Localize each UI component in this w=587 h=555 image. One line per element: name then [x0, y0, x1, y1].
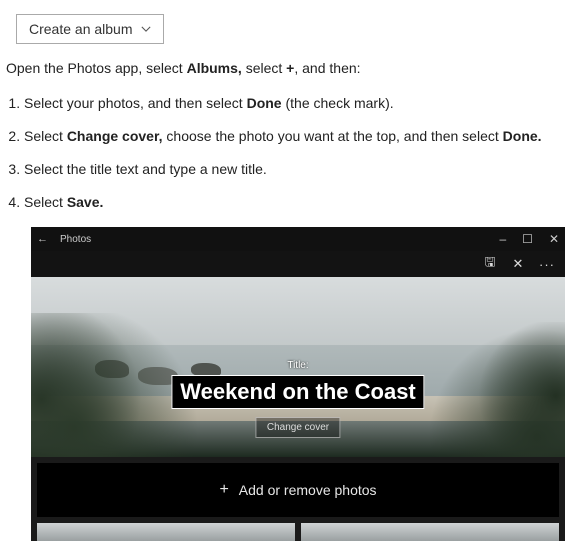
app-toolbar: 🖫 ✕ ···	[31, 251, 565, 277]
add-remove-photos-button[interactable]: + Add or remove photos	[37, 463, 559, 517]
album-cover: Title: Weekend on the Coast Change cover	[31, 277, 565, 457]
thumbnail[interactable]	[301, 523, 559, 541]
window-titlebar: ← Photos – ☐ ✕	[31, 227, 565, 251]
step-4: Select Save.	[24, 192, 581, 213]
step-2-pre: Select	[24, 128, 67, 144]
step-4-pre: Select	[24, 194, 67, 210]
intro-post: , and then:	[294, 60, 360, 76]
thumbnail-row	[31, 523, 565, 541]
steps-list: Select your photos, and then select Done…	[24, 93, 581, 213]
step-1-bold: Done	[247, 95, 282, 111]
step-2: Select Change cover, choose the photo yo…	[24, 126, 581, 147]
create-album-dropdown[interactable]: Create an album	[16, 14, 164, 44]
window-minimize-icon[interactable]: –	[499, 233, 506, 245]
create-album-label: Create an album	[29, 21, 133, 37]
step-3: Select the title text and type a new tit…	[24, 159, 581, 180]
thumbnail[interactable]	[37, 523, 295, 541]
add-remove-label: Add or remove photos	[239, 482, 377, 498]
intro-mid: select	[242, 60, 286, 76]
back-icon[interactable]: ←	[37, 233, 48, 245]
step-2-bold2: Done.	[503, 128, 542, 144]
album-title-input[interactable]: Weekend on the Coast	[171, 375, 425, 409]
more-icon[interactable]: ···	[539, 257, 553, 272]
intro-text: Open the Photos app, select Albums, sele…	[6, 58, 581, 79]
intro-pre: Open the Photos app, select	[6, 60, 187, 76]
window-maximize-icon[interactable]: ☐	[522, 233, 533, 245]
step-1-post: (the check mark).	[282, 95, 394, 111]
intro-bold-albums: Albums,	[187, 60, 242, 76]
step-1-pre: Select your photos, and then select	[24, 95, 247, 111]
app-name: Photos	[60, 234, 91, 245]
change-cover-button[interactable]: Change cover	[256, 417, 340, 438]
step-2-bold1: Change cover,	[67, 128, 163, 144]
step-2-mid: choose the photo you want at the top, an…	[163, 128, 503, 144]
chevron-down-icon	[141, 24, 151, 34]
photos-app-screenshot: ← Photos – ☐ ✕ 🖫 ✕ ··· Title: Weekend on…	[31, 227, 565, 541]
title-group: Title: Weekend on the Coast Change cover	[84, 360, 511, 438]
step-4-bold: Save.	[67, 194, 104, 210]
cancel-icon[interactable]: ✕	[511, 256, 525, 272]
plus-icon: +	[219, 481, 228, 499]
title-label: Title:	[84, 360, 511, 371]
save-icon[interactable]: 🖫	[483, 253, 497, 275]
step-1: Select your photos, and then select Done…	[24, 93, 581, 114]
window-close-icon[interactable]: ✕	[549, 233, 559, 245]
step-3-text: Select the title text and type a new tit…	[24, 161, 267, 177]
